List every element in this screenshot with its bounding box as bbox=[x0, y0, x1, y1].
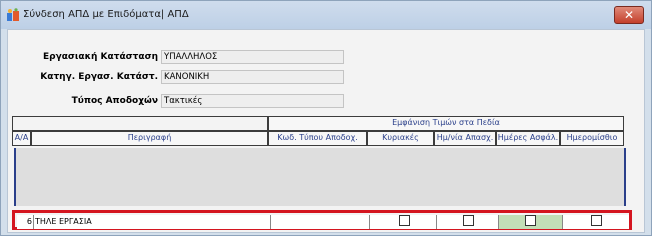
dialog-window: Σύνδεση ΑΠΔ με Επιδόματα| ΑΠΔ ✕ Εργασιακ… bbox=[0, 0, 652, 236]
table-row-highlighted[interactable]: 6 ΤΗΛΕ ΕΡΓΑΣΙΑ bbox=[12, 210, 632, 230]
column-header-earnings-code[interactable]: Κωδ. Τύπου Αποδοχ. bbox=[268, 131, 367, 146]
title-bar: Σύνδεση ΑΠΔ με Επιδόματα| ΑΠΔ ✕ bbox=[1, 1, 651, 29]
column-header-insurance-days[interactable]: Ημέρες Ασφάλ. bbox=[496, 131, 560, 146]
grid-empty-area bbox=[14, 148, 626, 206]
close-button[interactable]: ✕ bbox=[614, 6, 644, 24]
column-header-holidays[interactable]: Ημ/νία Απασχ. bbox=[434, 131, 496, 146]
column-header-sundays[interactable]: Κυριακές bbox=[367, 131, 434, 146]
insurance-days-checkbox[interactable] bbox=[525, 215, 536, 226]
row-earnings-code-cell[interactable] bbox=[271, 215, 370, 229]
column-header-aa[interactable]: Α/Α bbox=[12, 131, 31, 146]
row-aa-cell[interactable]: 6 bbox=[17, 215, 34, 229]
column-header-daily-wage[interactable]: Ημερομίσθιο bbox=[560, 131, 624, 146]
app-icon bbox=[7, 8, 19, 21]
column-header-description[interactable]: Περιγραφή bbox=[31, 131, 268, 146]
earnings-type-label: Τύπος Αποδοχών bbox=[71, 96, 158, 106]
window-title: Σύνδεση ΑΠΔ με Επιδόματα| ΑΠΔ bbox=[23, 9, 189, 20]
grid-header-spacer bbox=[12, 116, 268, 131]
benefits-grid: Εμφάνιση Τιμών στα Πεδία Α/Α Περιγραφή Κ… bbox=[12, 116, 632, 230]
employment-status-label: Εργασιακή Κατάσταση bbox=[43, 52, 158, 62]
sundays-checkbox[interactable] bbox=[399, 215, 410, 226]
grid-group-header: Εμφάνιση Τιμών στα Πεδία bbox=[268, 116, 624, 131]
employment-category-field[interactable]: ΚΑΝΟΝΙΚΗ bbox=[161, 70, 344, 84]
earnings-type-field[interactable]: Τακτικές bbox=[161, 94, 344, 108]
holidays-checkbox[interactable] bbox=[463, 215, 474, 226]
row-description-cell[interactable]: ΤΗΛΕ ΕΡΓΑΣΙΑ bbox=[34, 215, 271, 229]
daily-wage-checkbox[interactable] bbox=[591, 215, 602, 226]
client-area: Εργασιακή Κατάσταση ΥΠΑΛΛΗΛΟΣ Κατηγ. Εργ… bbox=[7, 29, 645, 233]
employment-category-label: Κατηγ. Εργασ. Κατάστ. bbox=[40, 72, 158, 82]
close-icon: ✕ bbox=[623, 8, 635, 22]
employment-status-field[interactable]: ΥΠΑΛΛΗΛΟΣ bbox=[161, 50, 344, 64]
